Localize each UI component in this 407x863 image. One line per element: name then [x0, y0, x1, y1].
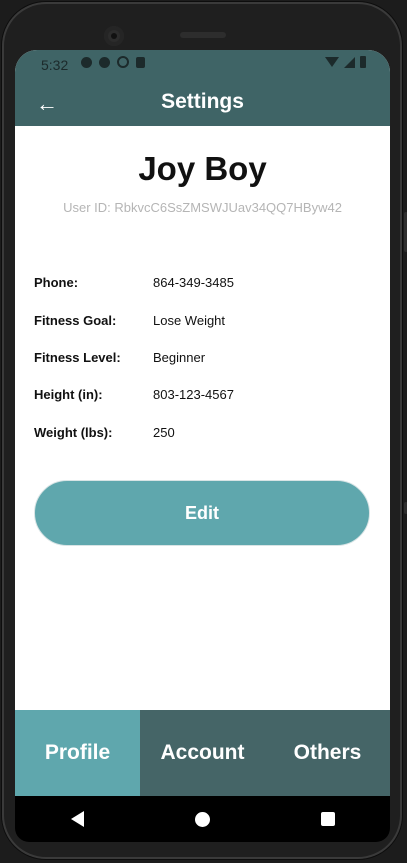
status-time: 5:32 — [41, 57, 69, 73]
nav-recents-icon[interactable] — [320, 812, 335, 826]
detail-row-phone: Phone: 864-349-3485 — [34, 275, 374, 295]
detail-row-height: Height (in): 803-123-4567 — [34, 387, 374, 407]
app-screen: 5:32 ← Settings Joy Boy User ID: RbkvcC6… — [15, 50, 390, 796]
detail-row-weight: Weight (lbs): 250 — [34, 425, 374, 445]
status-icons-right — [325, 56, 366, 68]
battery-icon — [360, 56, 366, 68]
detail-label: Height (in): — [34, 387, 103, 402]
detail-value: 864-349-3485 — [153, 275, 234, 290]
status-bar: 5:32 — [15, 50, 390, 80]
system-nav-bar — [15, 796, 390, 842]
detail-row-fitness-level: Fitness Level: Beginner — [34, 350, 374, 370]
earpiece-speaker — [180, 32, 226, 38]
user-id-label: User ID: RbkvcC6SsZMSWJUav34QQ7HByw42 — [63, 200, 342, 215]
page-title: Settings — [161, 90, 244, 113]
tab-others[interactable]: Others — [265, 710, 390, 796]
user-id-text: User ID: RbkvcC6SsZMSWJUav34QQ7HByw42 — [15, 200, 390, 215]
tab-account[interactable]: Account — [140, 710, 265, 796]
gear-icon — [81, 56, 92, 68]
detail-label: Fitness Goal: — [34, 313, 117, 328]
detail-label: Weight (lbs): — [34, 425, 113, 440]
front-camera — [104, 26, 124, 46]
detail-row-fitness-goal: Fitness Goal: Lose Weight — [34, 313, 374, 333]
app-bar: 5:32 ← Settings — [15, 50, 390, 126]
edit-button[interactable]: Edit — [34, 480, 370, 546]
detail-label: Phone: — [34, 275, 79, 290]
signal-icon — [344, 56, 355, 68]
detail-value: Beginner — [153, 350, 206, 365]
status-icons-left — [81, 56, 145, 68]
detail-value: 803-123-4567 — [153, 387, 234, 402]
detail-value: Lose Weight — [153, 313, 226, 328]
profile-name: Joy Boy — [138, 150, 267, 187]
nav-back-icon[interactable] — [70, 811, 84, 827]
detail-value: 250 — [153, 425, 175, 440]
sim-card-icon — [136, 56, 145, 68]
shield-icon — [99, 56, 110, 68]
bottom-tab-bar: Profile Account Others — [15, 710, 390, 796]
detail-label: Fitness Level: — [34, 350, 121, 365]
a-circle-icon — [117, 56, 129, 68]
wifi-icon — [325, 57, 339, 67]
tab-profile[interactable]: Profile — [15, 710, 140, 796]
nav-home-icon[interactable] — [194, 811, 210, 827]
